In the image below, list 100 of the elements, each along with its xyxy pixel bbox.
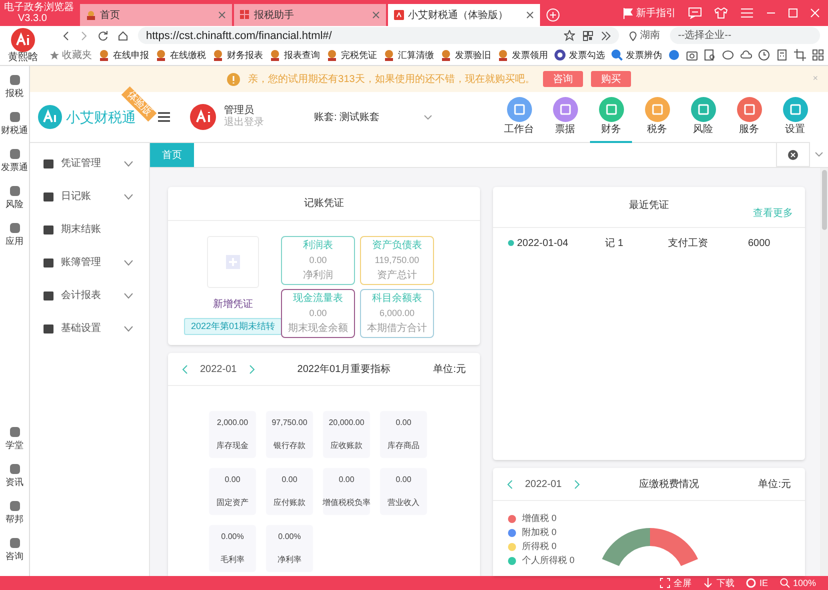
- status-item[interactable]: 全屏: [660, 578, 692, 588]
- dot-icon: [508, 240, 514, 246]
- message-icon[interactable]: [688, 7, 702, 19]
- maximize-icon[interactable]: [788, 8, 798, 18]
- rail-item[interactable]: 咨询: [0, 537, 29, 574]
- guide-button[interactable]: 新手指引: [623, 6, 676, 20]
- status-item[interactable]: 下载: [703, 578, 734, 588]
- sidebar-item[interactable]: 日记账: [30, 180, 149, 213]
- favorites-button[interactable]: 收藏夹: [50, 48, 92, 63]
- rail-item[interactable]: 帮邦: [0, 500, 29, 537]
- back-icon[interactable]: [62, 30, 70, 41]
- card-title: 最近凭证: [629, 198, 669, 213]
- clock-icon[interactable]: [758, 49, 770, 62]
- ledger-select[interactable]: 账套: 测试账套: [314, 110, 432, 124]
- reload-icon[interactable]: [98, 30, 108, 41]
- document-search-icon[interactable]: [704, 49, 716, 62]
- bookmark[interactable]: 发票辨伪: [611, 48, 662, 62]
- nav-tab[interactable]: 设置: [774, 92, 816, 142]
- indicator-tile: 0.00 固定资产: [209, 468, 256, 515]
- indicator-tile: 97,750.00 银行存款: [266, 411, 313, 458]
- browser-tab[interactable]: 小艾财税通（体验版）: [388, 4, 540, 26]
- card-title: 记账凭证: [304, 196, 344, 211]
- nav-tab[interactable]: 风险: [682, 92, 724, 142]
- bookmark[interactable]: 在线申报: [98, 48, 149, 62]
- indicator-tile: 0.00 应付账款: [266, 468, 313, 515]
- emblem-icon: [212, 49, 224, 62]
- scrollbar-thumb[interactable]: [822, 170, 826, 230]
- legend-label: 增值税 0: [522, 512, 557, 526]
- emblem-icon: [98, 49, 110, 62]
- legend-label: 附加税 0: [522, 526, 557, 540]
- user-name: 黄熙晗: [8, 52, 38, 64]
- chevron-right-icon[interactable]: [574, 480, 580, 488]
- voucher-number: 记 1: [605, 236, 624, 250]
- sidebar-item[interactable]: 基础设置: [30, 312, 149, 345]
- rail-item[interactable]: 财税通: [0, 111, 29, 148]
- bookmark[interactable]: 报表查询: [269, 48, 320, 62]
- chevron-down-icon: [124, 160, 133, 166]
- rail-item[interactable]: 发票通: [0, 148, 29, 185]
- status-item[interactable]: IE: [746, 578, 768, 588]
- cloud-icon[interactable]: [740, 49, 752, 62]
- notice-text: 亲，您的试用期还有313天，如果使用的还不错，现在就购买吧。: [248, 72, 535, 86]
- chevron-down-icon: [124, 292, 133, 298]
- region-selector[interactable]: 湖南: [629, 28, 660, 44]
- indicator-tile: 0.00 营业收入: [380, 468, 427, 515]
- rail-item[interactable]: 风险: [0, 185, 29, 222]
- forward-icon[interactable]: [80, 30, 88, 41]
- sidebar-item[interactable]: 凭证管理: [30, 147, 149, 180]
- bookmark[interactable]: 完税凭证: [326, 48, 377, 62]
- bookmark[interactable]: 发票勾选: [554, 48, 605, 62]
- rail-item[interactable]: 应用: [0, 222, 29, 259]
- emblem-icon: [86, 10, 96, 20]
- star-icon[interactable]: [564, 30, 575, 42]
- status-item[interactable]: 100%: [780, 578, 816, 588]
- ai-logo-icon: [11, 28, 35, 52]
- new-tab-icon[interactable]: [546, 8, 560, 22]
- bookmark[interactable]: 财务报表: [212, 48, 263, 62]
- indicator-tile: 2,000.00 库存现金: [209, 411, 256, 458]
- rail-item[interactable]: 报税: [0, 74, 29, 111]
- emblem-icon: [497, 49, 509, 62]
- nav-tab[interactable]: 服务: [728, 92, 770, 142]
- calculator-icon[interactable]: [776, 49, 788, 62]
- bookmark[interactable]: 发票领用: [497, 48, 548, 62]
- location-pin-icon: [629, 30, 637, 41]
- chevron-right-double-icon[interactable]: [601, 30, 611, 41]
- chevron-left-icon[interactable]: [182, 364, 188, 374]
- indicator-tile: 20,000.00 应收账款: [323, 411, 370, 458]
- menu-icon[interactable]: [158, 112, 170, 122]
- close-tabs-button[interactable]: [776, 142, 810, 167]
- nav-tab[interactable]: 票据: [544, 92, 586, 142]
- nav-tab[interactable]: 工作台: [498, 92, 540, 142]
- period-label: 2022-01: [200, 362, 237, 376]
- circle-icon: [554, 49, 566, 62]
- bookmark[interactable]: 汇算清缴: [383, 48, 434, 62]
- sidebar-item[interactable]: 账簿管理: [30, 246, 149, 279]
- qr-code-icon[interactable]: [583, 30, 593, 41]
- browser-tab[interactable]: 报税助手: [234, 4, 386, 26]
- chevron-down-icon: [124, 194, 133, 200]
- card-title: 2022年01月重要指标: [296, 362, 392, 376]
- close-icon[interactable]: [218, 11, 226, 19]
- nav-tab[interactable]: 税务: [636, 92, 678, 142]
- chevron-left-icon[interactable]: [507, 480, 513, 488]
- emblem-icon: [383, 49, 395, 62]
- emblem-icon: [155, 49, 167, 62]
- camera-icon[interactable]: [686, 49, 698, 62]
- chevron-right-icon[interactable]: [248, 364, 255, 374]
- voucher-amount: 6000: [748, 236, 770, 250]
- company-select-field[interactable]: --选择企业--: [670, 27, 820, 44]
- sidebar-item[interactable]: 期末结账: [30, 213, 149, 246]
- rail-item[interactable]: 资讯: [0, 463, 29, 500]
- browser-tab[interactable]: 首页: [80, 4, 232, 26]
- close-icon[interactable]: [372, 11, 380, 19]
- home-icon[interactable]: [118, 30, 128, 41]
- crop-icon[interactable]: [794, 49, 806, 62]
- shirt-icon[interactable]: [714, 7, 728, 19]
- bookmark[interactable]: 发票验旧: [440, 48, 491, 62]
- bookmark[interactable]: 在线缴税: [155, 48, 206, 62]
- close-icon[interactable]: [526, 11, 534, 19]
- address-bar[interactable]: https://cst.chinaftt.com/financial.html#/: [138, 27, 619, 44]
- sidebar-item[interactable]: 会计报表: [30, 279, 149, 312]
- rail-item[interactable]: 学堂: [0, 426, 29, 463]
